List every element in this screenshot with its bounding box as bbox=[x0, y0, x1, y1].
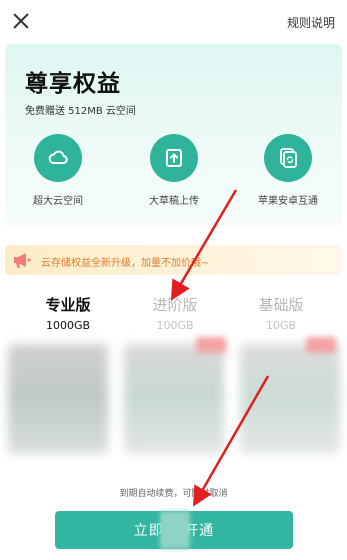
notice-text: 云存储权益全新升级，加量不加价哦~ bbox=[41, 258, 210, 269]
megaphone-icon bbox=[11, 250, 33, 274]
benefits-subtitle: 免费赠送 512MB 云空间 bbox=[25, 106, 136, 117]
plan-size: 10GB bbox=[265, 319, 297, 332]
plan-tab-advanced[interactable]: 进阶版 100GB bbox=[120, 294, 230, 332]
price-card-advanced[interactable] bbox=[124, 344, 224, 454]
price-mosaic bbox=[160, 511, 190, 549]
feature-cloud-space: 超大云空间 bbox=[13, 134, 103, 207]
plan-name: 进阶版 bbox=[152, 296, 198, 314]
price-card-pro[interactable] bbox=[8, 344, 108, 454]
auto-renew-note: 到期自动续费，可随时取消 bbox=[119, 489, 228, 499]
feature-sync: 苹果安卓互通 bbox=[243, 134, 333, 207]
feature-label: 大草稿上传 bbox=[149, 196, 199, 207]
plan-name: 基础版 bbox=[258, 296, 304, 314]
promo-tag bbox=[306, 337, 336, 353]
cloud-icon bbox=[34, 134, 82, 182]
plan-tab-pro[interactable]: 专业版 1000GB bbox=[13, 294, 123, 332]
rules-link[interactable]: 规则说明 bbox=[287, 14, 335, 31]
upgrade-notice-banner: 云存储权益全新升级，加量不加价哦~ bbox=[5, 245, 342, 275]
feature-label: 超大云空间 bbox=[33, 196, 83, 207]
promo-tag bbox=[196, 337, 226, 353]
plan-size: 100GB bbox=[156, 319, 194, 332]
price-card-basic[interactable] bbox=[240, 344, 340, 454]
plan-size: 1000GB bbox=[45, 319, 91, 332]
feature-label: 苹果安卓互通 bbox=[258, 196, 318, 207]
feature-upload: 大草稿上传 bbox=[129, 134, 219, 207]
sync-icon bbox=[264, 134, 312, 182]
close-button[interactable] bbox=[10, 10, 32, 32]
benefits-card: 尊享权益 免费赠送 512MB 云空间 超大云空间 大草稿上传 苹果安卓互通 bbox=[5, 44, 342, 227]
plan-name: 专业版 bbox=[45, 296, 91, 314]
upload-icon bbox=[150, 134, 198, 182]
benefits-title: 尊享权益 bbox=[25, 71, 121, 97]
plan-tab-basic[interactable]: 基础版 10GB bbox=[226, 294, 336, 332]
